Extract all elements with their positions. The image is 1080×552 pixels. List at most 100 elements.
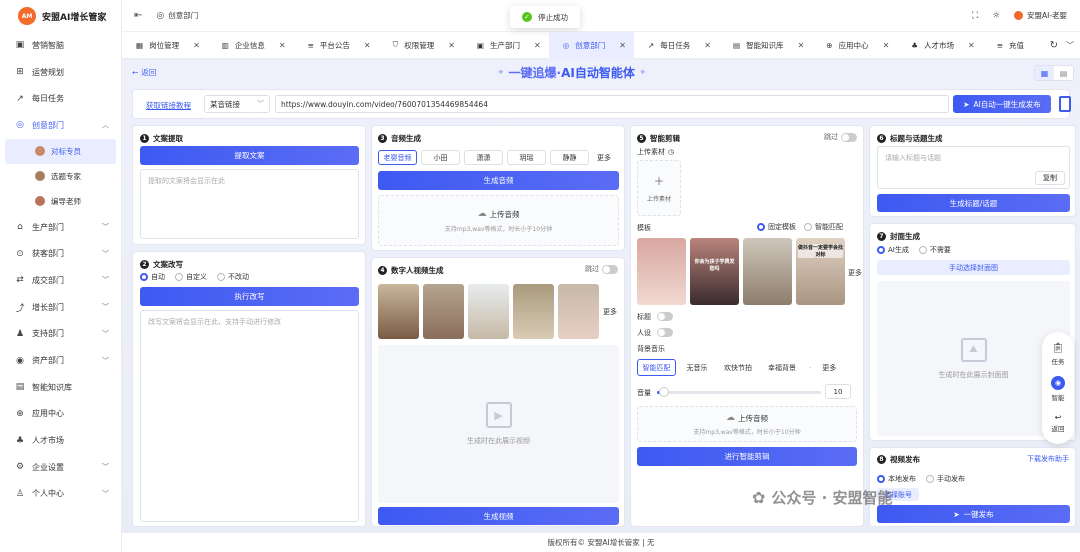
sidebar-item-assets[interactable]: ◉ 资产部门 ﹀ (0, 347, 121, 374)
back-link[interactable]: ← 返回 (132, 67, 156, 78)
smart-match-radio[interactable]: 智能匹配 (804, 222, 843, 232)
sidebar-item-knowledge[interactable]: ▤ 智能知识库 (0, 374, 121, 401)
download-assistant-link[interactable]: 下载发布助手 (1027, 454, 1069, 464)
audio-upload-zone[interactable]: ☁ 上传音频 支持mp3,wav等格式，时长小于10分钟 (637, 406, 857, 442)
title-toggle[interactable] (657, 312, 673, 321)
tutorial-link[interactable]: 获取链接教程 (146, 100, 191, 111)
more-voices-button[interactable]: 更多 (593, 150, 615, 165)
bgm-option[interactable]: 智能匹配 (637, 359, 676, 376)
sidebar-subitem-benchmark[interactable]: 对标专员 (5, 138, 116, 164)
copy-button[interactable]: 复制 (1035, 171, 1065, 185)
tab-positions[interactable]: ▦ 岗位管理 ✕ (122, 32, 208, 59)
tab-apps[interactable]: ⊕ 应用中心 ✕ (812, 32, 897, 59)
sidebar-item-company-settings[interactable]: ⚙ 企业设置 ﹀ (0, 454, 121, 481)
fullscreen-icon[interactable]: ⛶ (972, 11, 978, 21)
sidebar-item-creative[interactable]: ◎ 创意部门 ︿ (0, 112, 121, 139)
sidebar-item-acquisition[interactable]: ⊙ 获客部门 ﹀ (0, 240, 121, 267)
ai-publish-button[interactable]: ➤ AI自动一键生成发布 (953, 95, 1051, 113)
cover-ai-radio[interactable]: AI生成 (877, 245, 909, 255)
rewrite-none-radio[interactable]: 不改动 (217, 272, 249, 282)
skip-toggle[interactable] (841, 132, 857, 142)
tab-permissions[interactable]: ⛉ 权限管理 ✕ (379, 32, 463, 59)
app-logo[interactable]: AM 安盟AI增长管家 (0, 0, 121, 32)
more-avatars-button[interactable]: 更多 (603, 307, 617, 317)
select-account-button[interactable]: 选择账号 (877, 488, 919, 501)
sidebar-subitem-topic[interactable]: 选题专家 (5, 164, 116, 189)
extract-copy-button[interactable]: 提取文案 (140, 146, 359, 165)
local-publish-radio[interactable]: 本地发布 (877, 474, 916, 484)
bgm-option[interactable]: 欢快节拍 (718, 359, 758, 376)
sidebar-item-apps[interactable]: ⊕ 应用中心 (0, 401, 121, 428)
voice-option[interactable]: 玥瑶 (507, 150, 546, 165)
template-thumbnail[interactable]: 你会为孩子学费发愁吗 (690, 238, 739, 305)
user-menu[interactable]: 安盟AI-老婴 (1014, 10, 1067, 21)
avatar-thumbnail[interactable] (513, 284, 554, 339)
audio-upload-zone[interactable]: ☁ 上传音频 支持mp3,wav等格式，时长小于10分钟 (378, 195, 619, 246)
close-icon[interactable]: ✕ (619, 41, 626, 50)
skip-toggle[interactable] (602, 264, 618, 274)
volume-input[interactable]: 10 (825, 384, 851, 399)
bgm-option[interactable]: 无音乐 (680, 359, 714, 376)
sidebar-item-talent[interactable]: ♣ 人才市场 (0, 427, 121, 454)
voice-option[interactable]: 静静 (550, 150, 589, 165)
more-templates-button[interactable]: 更多 (848, 268, 862, 278)
close-icon[interactable]: ✕ (448, 41, 455, 50)
one-click-publish-button[interactable]: ➤ 一键发布 (877, 505, 1070, 523)
rewrite-custom-radio[interactable]: 自定义 (175, 272, 207, 282)
template-thumbnail[interactable] (637, 238, 686, 305)
voice-option[interactable]: 潇潇 (464, 150, 503, 165)
close-icon[interactable]: ✕ (193, 41, 200, 50)
sidebar-item-marketing[interactable]: ▣ 营销智脑 (0, 32, 121, 59)
fixed-template-radio[interactable]: 固定模板 (757, 222, 796, 232)
generate-video-button[interactable]: 生成视频 (378, 507, 619, 525)
volume-slider-handle[interactable] (658, 387, 669, 397)
close-icon[interactable]: ✕ (798, 41, 805, 50)
avatar-thumbnail[interactable] (468, 284, 509, 339)
tab-company-info[interactable]: ▥ 企业信息 ✕ (208, 32, 294, 59)
tab-announcements[interactable]: ≡ 平台公告 ✕ (294, 32, 379, 59)
extracted-copy-textarea[interactable]: 提取的文案将会显示在此 (140, 169, 359, 239)
float-ai[interactable]: ◉ 智能 (1051, 376, 1065, 402)
avatar-thumbnail[interactable] (423, 284, 464, 339)
bgm-option[interactable]: 幸福背景 (762, 359, 802, 376)
chevron-down-icon[interactable]: ﹀ (1066, 40, 1074, 51)
close-icon[interactable]: ✕ (704, 41, 711, 50)
platform-select[interactable]: 某音链接 ﹀ (204, 95, 270, 113)
rewritten-copy-textarea[interactable]: 改写文案将会显示在此，支持手动进行修改 (140, 310, 359, 522)
generate-audio-button[interactable]: 生成音频 (378, 171, 619, 190)
tab-knowledge[interactable]: ▤ 智能知识库 ✕ (719, 32, 812, 59)
smart-edit-button[interactable]: 进行智能剪辑 (637, 447, 857, 466)
tab-production[interactable]: ▣ 生产部门 ✕ (463, 32, 549, 59)
document-icon[interactable] (1059, 96, 1071, 112)
manual-cover-button[interactable]: 手动选择封面图 (877, 260, 1070, 275)
more-bgm-button[interactable]: 更多 (818, 359, 841, 376)
close-icon[interactable]: ✕ (534, 41, 541, 50)
float-task[interactable]: 📋︎ 任务 (1052, 343, 1065, 366)
float-back[interactable]: ↩ 返回 (1052, 413, 1065, 433)
avatar-thumbnail[interactable] (558, 284, 599, 339)
sidebar-item-planning[interactable]: ⊞ 运营规划 (0, 59, 121, 86)
voice-option[interactable]: 老婴音频 (378, 150, 417, 165)
close-icon[interactable]: ✕ (364, 41, 371, 50)
execute-rewrite-button[interactable]: 执行改写 (140, 287, 359, 306)
sidebar-item-production[interactable]: ⌂ 生产部门 ﹀ (0, 214, 121, 241)
sidebar-item-profile[interactable]: ♙ 个人中心 ﹀ (0, 481, 121, 508)
url-input[interactable]: https://www.douyin.com/video/76007013544… (275, 95, 949, 113)
theme-icon[interactable]: ☼ (992, 11, 1000, 21)
rewrite-auto-radio[interactable]: 自动 (140, 272, 165, 282)
sidebar-item-growth[interactable]: ⤴ 增长部门 ﹀ (0, 294, 121, 321)
manual-publish-radio[interactable]: 手动发布 (926, 474, 965, 484)
tab-talent[interactable]: ♣ 人才市场 ✕ (897, 32, 982, 59)
tab-creative[interactable]: ◎ 创意部门 ✕ (548, 31, 634, 59)
grid-view-icon[interactable]: ▦ (1035, 66, 1054, 80)
template-thumbnail[interactable] (743, 238, 792, 305)
upload-material-button[interactable]: + 上传素材 (637, 160, 681, 216)
sidebar-item-daily-tasks[interactable]: ↗ 每日任务 (0, 85, 121, 112)
persona-toggle[interactable] (657, 328, 673, 337)
close-icon[interactable]: ✕ (968, 41, 975, 50)
menu-fold-icon[interactable]: ⇤ (134, 10, 142, 21)
volume-slider[interactable] (657, 387, 821, 397)
tab-daily-tasks[interactable]: ↗ 每日任务 ✕ (634, 32, 719, 59)
cover-none-radio[interactable]: 不需要 (918, 245, 951, 255)
list-view-icon[interactable]: ▤ (1054, 66, 1073, 80)
